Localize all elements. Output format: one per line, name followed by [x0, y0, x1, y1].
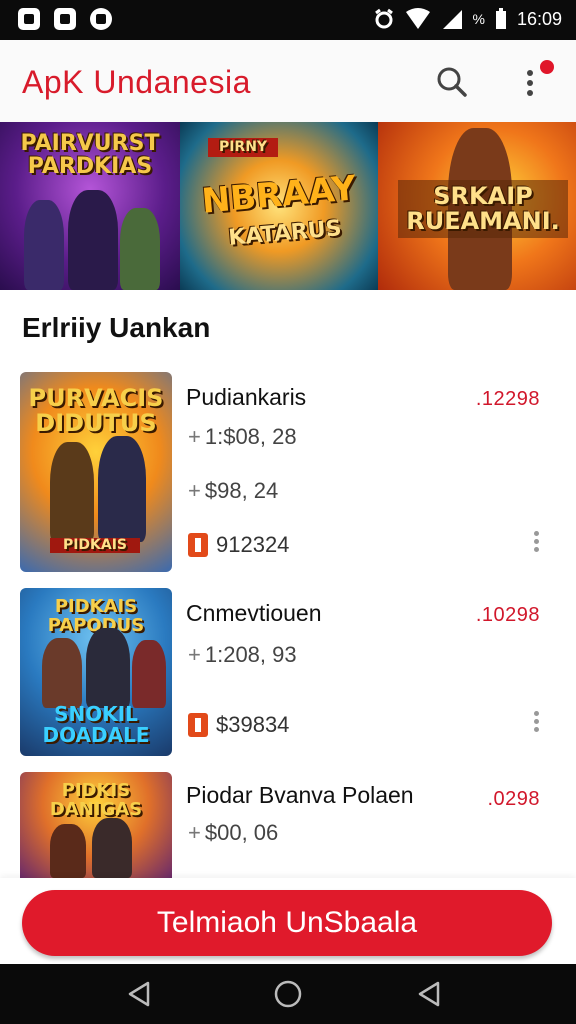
character-art	[120, 208, 160, 290]
game-thumbnail[interactable]: PIDKAIS PAPODUS SNOKIL DOADALE	[20, 588, 172, 756]
meta-value: 1:208, 93	[204, 642, 297, 667]
thumbnail-subtitle: PIDKAIS	[50, 538, 140, 553]
signal-icon	[442, 10, 462, 29]
plus-icon: +	[188, 478, 201, 503]
plus-icon: +	[188, 820, 201, 845]
item-name[interactable]: Pudiankaris	[186, 384, 306, 411]
item-options-button[interactable]	[528, 708, 544, 738]
notification-icons	[18, 8, 112, 30]
section-title: Erlriiy Uankan	[22, 312, 211, 343]
item-price: .10298	[475, 604, 540, 626]
banner-title: SRKAIP RUEAMANI.	[398, 180, 568, 239]
list-item[interactable]: PURVACIS DIDUTUS PIDKAIS Pudiankaris .12…	[0, 372, 576, 572]
tag-icon	[188, 533, 208, 557]
item-name[interactable]: Cnmevtiouen	[186, 600, 322, 627]
wifi-icon	[405, 8, 430, 29]
recents-icon	[418, 981, 440, 1007]
app-bar: ApK Undanesia	[0, 40, 576, 123]
list-item[interactable]: PIDKAIS PAPODUS SNOKIL DOADALE Cnmevtiou…	[0, 588, 576, 756]
system-nav-bar	[0, 964, 576, 1024]
character-art	[24, 200, 64, 290]
back-button[interactable]	[124, 978, 156, 1010]
character-art	[50, 442, 94, 542]
item-meta: +1:208, 93	[188, 642, 297, 668]
home-icon	[274, 980, 302, 1008]
thumbnail-subtitle: SNOKIL DOADALE	[42, 702, 150, 747]
bottom-action-panel: Telmiaoh UnSbaala	[0, 878, 576, 964]
item-tag: $39834	[188, 712, 289, 738]
banner-panel-2[interactable]: PIRNY NBRAAY KATARUS	[180, 122, 378, 290]
app-notification-icon	[54, 8, 76, 30]
plus-minus-icon: +	[188, 642, 201, 667]
item-price: .0298	[487, 788, 540, 810]
photo-notification-icon	[18, 8, 40, 30]
app-title: ApK Undanesia	[22, 64, 251, 100]
recents-button[interactable]	[414, 978, 446, 1010]
back-icon	[128, 981, 150, 1007]
plus-minus-icon: +	[188, 424, 201, 449]
meta-value: $00, 06	[204, 820, 279, 845]
item-name[interactable]: Piodar Bvanva Polaen	[186, 782, 414, 809]
banner-tag: PIRNY	[208, 138, 278, 157]
item-meta: + $98, 24	[188, 478, 278, 504]
item-meta: + $00, 06	[188, 820, 278, 846]
tag-icon	[188, 713, 208, 737]
alarm-icon	[374, 8, 393, 29]
system-status: % 16:09	[373, 8, 562, 30]
item-price: .12298	[475, 388, 540, 410]
banner-panel-1[interactable]: PAIRVURST PARDKIAS	[0, 122, 180, 290]
game-thumbnail[interactable]: PURVACIS DIDUTUS PIDKAIS	[20, 372, 172, 572]
banner-title: NBRAAY	[200, 168, 358, 222]
thumbnail-title: PIDKIS DANIGAS	[49, 780, 143, 820]
banner-subtitle: KATARUS	[227, 216, 343, 251]
game-thumbnail[interactable]: PIDKIS DANIGAS	[20, 772, 172, 878]
tag-value: $39834	[216, 712, 290, 737]
search-button[interactable]	[430, 60, 474, 104]
thumbnail-title: PURVACIS DIDUTUS	[28, 384, 164, 438]
character-art	[98, 436, 146, 542]
character-art	[132, 640, 166, 708]
battery-percent: %	[472, 11, 485, 27]
status-bar: % 16:09	[0, 0, 576, 40]
home-button[interactable]	[272, 978, 304, 1010]
battery-icon	[495, 8, 506, 29]
character-art	[86, 628, 130, 708]
item-meta: +1:$08, 28	[188, 424, 297, 450]
tag-value: 912324	[216, 532, 290, 557]
character-art	[68, 190, 118, 290]
search-icon	[437, 67, 467, 97]
item-options-button[interactable]	[528, 528, 544, 558]
character-art	[92, 818, 132, 878]
banner-title: PAIRVURST PARDKIAS	[20, 131, 160, 180]
character-art	[42, 638, 82, 708]
character-art	[50, 824, 86, 878]
primary-action-button[interactable]: Telmiaoh UnSbaala	[22, 890, 552, 956]
item-tag: 912324	[188, 532, 289, 558]
meta-value: 1:$08, 28	[204, 424, 297, 449]
meta-value: $98, 24	[204, 478, 279, 503]
clock: 16:09	[516, 8, 562, 29]
message-notification-icon	[90, 8, 112, 30]
banner-panel-3[interactable]: SRKAIP RUEAMANI.	[378, 122, 576, 290]
list-item[interactable]: PIDKIS DANIGAS Piodar Bvanva Polaen .029…	[0, 772, 576, 878]
notification-dot	[538, 58, 556, 76]
featured-banner[interactable]: PAIRVURST PARDKIAS PIRNY NBRAAY KATARUS …	[0, 122, 576, 290]
